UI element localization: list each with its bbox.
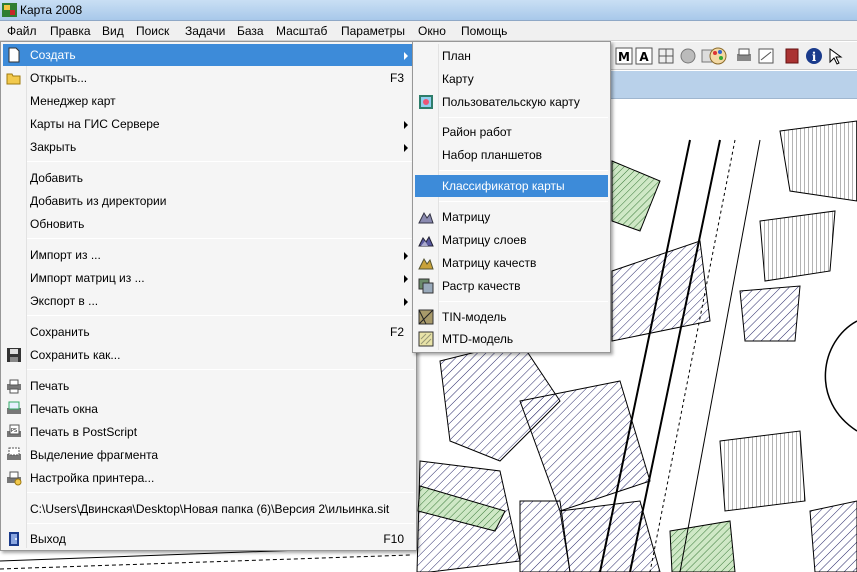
menu-item-close[interactable]: Закрыть (3, 136, 414, 158)
printer-settings-icon (7, 471, 22, 486)
text-a-icon[interactable]: A (634, 46, 654, 66)
menu-window[interactable]: Окно (414, 23, 450, 40)
matrix-quality-icon (418, 257, 434, 270)
tin-model-icon (418, 309, 434, 325)
menu-file[interactable]: Файл (3, 23, 41, 40)
help-cursor-icon[interactable] (826, 46, 846, 66)
file-menu: Создать Открыть... F3 Менеджер карт Карт… (0, 41, 417, 551)
print-icon[interactable] (734, 46, 754, 66)
book-icon[interactable] (782, 46, 802, 66)
submenu-item-raster-quality[interactable]: Растр качеств (415, 275, 608, 297)
menu-item-add[interactable]: Добавить (3, 167, 414, 189)
menu-item-select-fragment[interactable]: Выделение фрагмента (3, 444, 414, 466)
menu-item-create[interactable]: Создать (3, 44, 414, 66)
svg-text:i: i (812, 50, 817, 64)
submenu-item-map[interactable]: Карту (415, 68, 608, 90)
menu-item-export[interactable]: Экспорт в ... (3, 290, 414, 312)
menu-separator (27, 523, 414, 524)
floppy-disk-icon (7, 348, 21, 362)
svg-text:M: M (618, 50, 630, 64)
menu-item-save[interactable]: Сохранить F2 (3, 321, 414, 343)
submenu-item-classifier[interactable]: Классификатор карты (415, 175, 608, 197)
submenu-arrow-icon (404, 144, 408, 152)
svg-text:PS: PS (11, 428, 17, 434)
menu-item-map-manager[interactable]: Менеджер карт (3, 90, 414, 112)
submenu-arrow-icon (404, 298, 408, 306)
map-header-strip (610, 71, 857, 99)
raster-quality-icon (418, 278, 434, 294)
printer-icon (7, 379, 21, 394)
matrix-layers-icon (418, 235, 434, 247)
menu-item-print[interactable]: Печать (3, 375, 414, 397)
submenu-item-plan[interactable]: План (415, 45, 608, 67)
menu-separator (439, 117, 608, 118)
submenu-item-matrix-layers[interactable]: Матрицу слоев (415, 229, 608, 251)
menu-params[interactable]: Параметры (337, 23, 409, 40)
menu-item-open[interactable]: Открыть... F3 (3, 67, 414, 89)
create-submenu: План Карту Пользовательскую карту Район … (412, 41, 611, 353)
menu-separator (439, 170, 608, 171)
submenu-item-sheet-set[interactable]: Набор планшетов (415, 144, 608, 166)
menu-separator (439, 301, 608, 302)
menu-separator (27, 238, 414, 239)
new-document-icon (8, 47, 20, 63)
menu-item-import[interactable]: Импорт из ... (3, 244, 414, 266)
menu-tasks[interactable]: Задачи (181, 23, 229, 40)
submenu-item-work-area[interactable]: Район работ (415, 121, 608, 143)
menu-bar: Файл Правка Вид Поиск Задачи База Масшта… (0, 21, 857, 41)
menu-database[interactable]: База (233, 23, 268, 40)
menu-item-recent-file[interactable]: C:\Users\Двинская\Desktop\Новая папка (6… (3, 498, 414, 520)
submenu-arrow-icon (404, 52, 408, 60)
menu-separator (439, 201, 608, 202)
menu-item-print-window[interactable]: Печать окна (3, 398, 414, 420)
svg-text:A: A (639, 50, 649, 64)
select-fragment-icon (7, 447, 21, 460)
title-bar: Карта 2008 (0, 0, 857, 21)
menu-separator (27, 492, 414, 493)
app-icon (2, 3, 17, 17)
menu-edit[interactable]: Правка (46, 23, 95, 40)
menu-item-add-from-dir[interactable]: Добавить из директории (3, 190, 414, 212)
shortcut-f2: F2 (389, 325, 404, 339)
menu-separator (27, 161, 414, 162)
open-folder-icon (6, 73, 21, 85)
grid-icon[interactable] (656, 46, 676, 66)
menu-help[interactable]: Помощь (457, 23, 511, 40)
menu-search[interactable]: Поиск (132, 23, 173, 40)
submenu-item-mtd-model[interactable]: MTD-модель (415, 328, 608, 350)
submenu-arrow-icon (404, 275, 408, 283)
submenu-arrow-icon (404, 252, 408, 260)
user-map-icon (419, 95, 433, 109)
menu-separator (27, 315, 414, 316)
submenu-item-matrix-quality[interactable]: Матрицу качеств (415, 252, 608, 274)
menu-item-printer-setup[interactable]: Настройка принтера... (3, 467, 414, 489)
info-icon[interactable]: i (804, 46, 824, 66)
mtd-model-icon (418, 331, 434, 347)
matrix-icon (418, 211, 434, 224)
submenu-item-tin-model[interactable]: TIN-модель (415, 306, 608, 328)
menu-separator (27, 369, 414, 370)
menu-item-save-as[interactable]: Сохранить как... (3, 344, 414, 366)
menu-scale[interactable]: Масштаб (272, 23, 331, 40)
settings-tool-icon[interactable] (756, 46, 776, 66)
print-postscript-icon: PS (7, 424, 21, 437)
menu-item-gis-server[interactable]: Карты на ГИС Сервере (3, 113, 414, 135)
shortcut-f10: F10 (383, 532, 404, 546)
menu-view[interactable]: Вид (98, 23, 128, 40)
submenu-arrow-icon (404, 121, 408, 129)
circle-icon[interactable] (678, 46, 698, 66)
menu-item-refresh[interactable]: Обновить (3, 213, 414, 235)
submenu-item-user-map[interactable]: Пользовательскую карту (415, 91, 608, 113)
window-title: Карта 2008 (20, 3, 83, 17)
menu-item-exit[interactable]: Выход F10 (3, 528, 414, 550)
shortcut-f3: F3 (389, 71, 404, 85)
text-m-icon[interactable]: M (614, 46, 634, 66)
menu-item-import-matrices[interactable]: Импорт матриц из ... (3, 267, 414, 289)
palette-icon[interactable] (708, 46, 728, 66)
print-window-icon (7, 401, 21, 414)
submenu-item-matrix[interactable]: Матрицу (415, 206, 608, 228)
menu-item-print-postscript[interactable]: PS Печать в PostScript (3, 421, 414, 443)
exit-door-icon (9, 532, 19, 546)
